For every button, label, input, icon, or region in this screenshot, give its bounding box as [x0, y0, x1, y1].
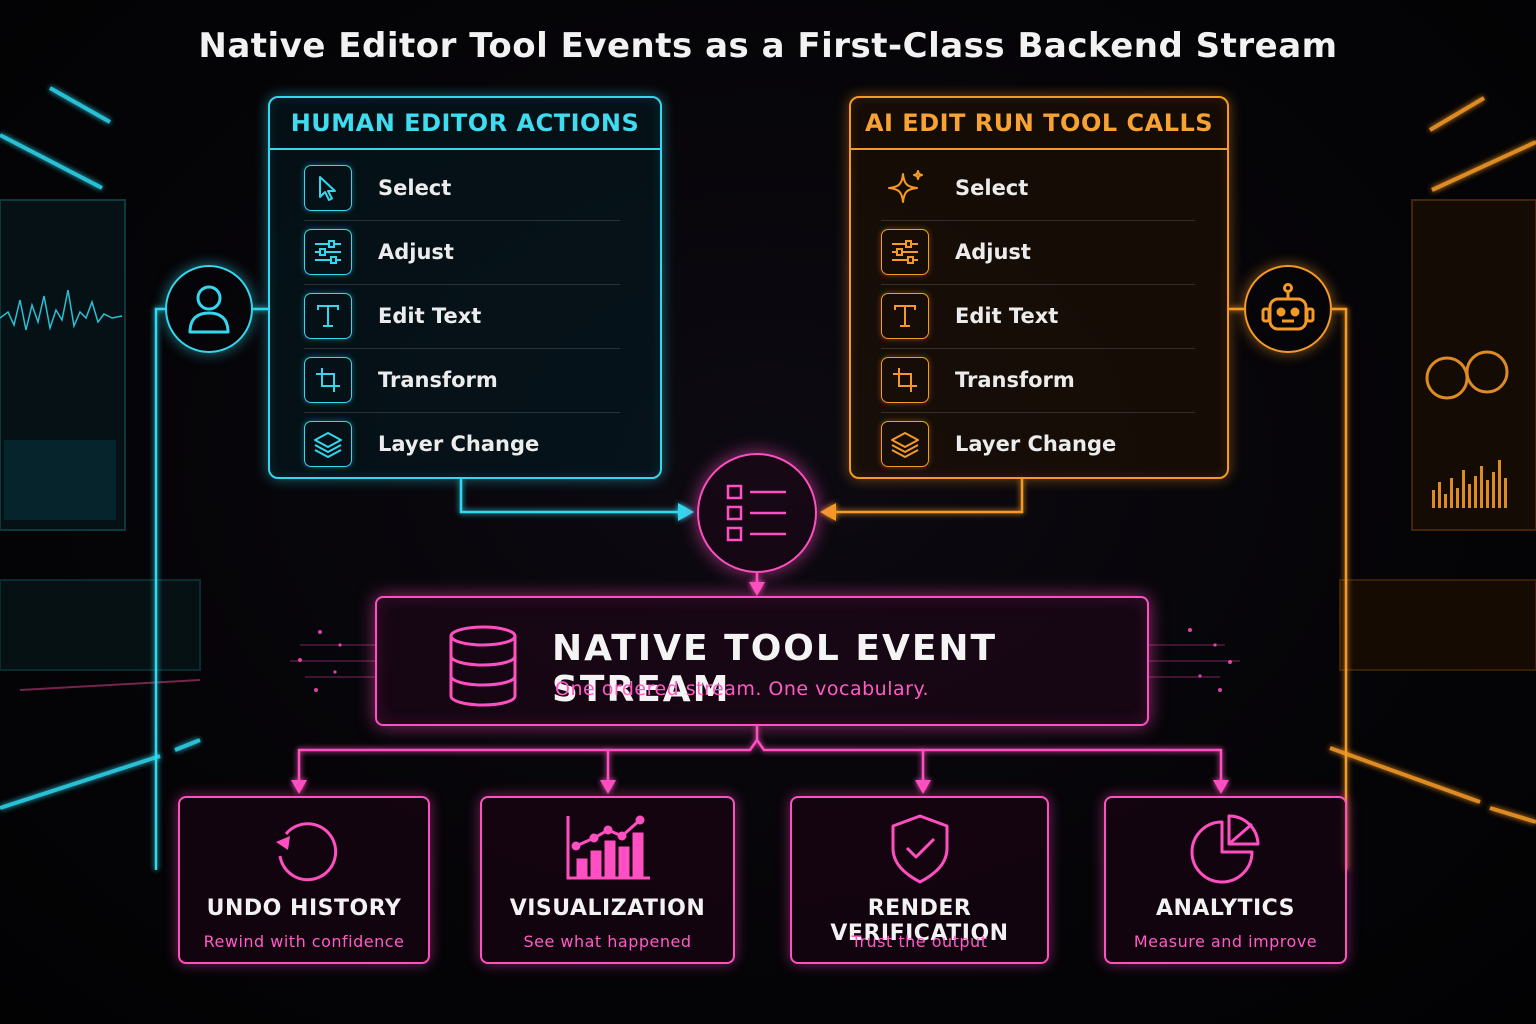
- human-item-label: Layer Change: [378, 432, 540, 456]
- crop-icon: [304, 357, 352, 403]
- output-sub: Trust the output: [851, 932, 988, 951]
- human-item-adjust[interactable]: Adjust: [304, 220, 620, 285]
- shield-check-icon: [891, 814, 948, 884]
- layers-icon: [881, 421, 929, 467]
- event-list-hub-icon: [697, 453, 817, 573]
- ai-item-select[interactable]: Select: [881, 156, 1195, 221]
- layers-icon: [304, 421, 352, 467]
- ai-item-adjust[interactable]: Adjust: [881, 220, 1195, 285]
- human-user-icon: [165, 265, 253, 353]
- human-item-transform[interactable]: Transform: [304, 348, 620, 413]
- ai-item-label: Transform: [955, 368, 1075, 392]
- robot-icon: [1244, 265, 1332, 353]
- stream-subtitle: One ordered stream. One vocabulary.: [555, 678, 930, 700]
- human-item-edit-text[interactable]: Edit Text: [304, 284, 620, 349]
- page-title: Native Editor Tool Events as a First-Cla…: [198, 26, 1338, 66]
- human-item-layer-change[interactable]: Layer Change: [304, 412, 620, 476]
- human-item-label: Adjust: [378, 240, 454, 264]
- native-tool-event-stream: NATIVE TOOL EVENT STREAM One ordered str…: [375, 596, 1149, 726]
- left-wall-decor: [0, 86, 201, 810]
- output-sub: Rewind with confidence: [203, 932, 405, 951]
- sparkle-icon: [881, 165, 929, 211]
- output-undo-history: UNDO HISTORY Rewind with confidence: [178, 796, 430, 964]
- undo-icon: [276, 822, 338, 882]
- output-name: ANALYTICS: [1155, 896, 1296, 921]
- sliders-icon: [881, 229, 929, 275]
- ai-item-transform[interactable]: Transform: [881, 348, 1195, 413]
- output-name: UNDO HISTORY: [206, 896, 402, 921]
- database-icon: [449, 625, 517, 707]
- human-editor-panel: HUMAN EDITOR ACTIONS Select Adjust Edit …: [268, 96, 662, 479]
- output-render-verification: RENDER VERIFICATION Trust the output: [790, 796, 1049, 964]
- ai-panel-title: AI EDIT RUN TOOL CALLS: [851, 98, 1227, 150]
- human-panel-title: HUMAN EDITOR ACTIONS: [270, 98, 660, 150]
- output-sub: See what happened: [523, 932, 692, 951]
- pie-chart-icon: [1190, 814, 1259, 884]
- output-analytics: ANALYTICS Measure and improve: [1104, 796, 1347, 964]
- ai-item-label: Adjust: [955, 240, 1031, 264]
- crop-icon: [881, 357, 929, 403]
- ai-item-label: Edit Text: [955, 304, 1059, 328]
- human-item-select[interactable]: Select: [304, 156, 620, 221]
- cursor-icon: [304, 165, 352, 211]
- sliders-icon: [304, 229, 352, 275]
- output-name: VISUALIZATION: [509, 896, 706, 921]
- text-icon: [304, 293, 352, 339]
- ai-item-label: Select: [955, 176, 1029, 200]
- ai-item-layer-change[interactable]: Layer Change: [881, 412, 1195, 476]
- right-wall-decor: [1329, 96, 1536, 824]
- human-item-label: Transform: [378, 368, 498, 392]
- output-visualization: VISUALIZATION See what happened: [480, 796, 735, 964]
- ai-item-edit-text[interactable]: Edit Text: [881, 284, 1195, 349]
- bar-chart-icon: [566, 815, 650, 880]
- text-icon: [881, 293, 929, 339]
- ai-item-label: Layer Change: [955, 432, 1117, 456]
- human-item-label: Edit Text: [378, 304, 482, 328]
- human-item-label: Select: [378, 176, 452, 200]
- ai-tool-calls-panel: AI EDIT RUN TOOL CALLS Select Adjust Edi…: [849, 96, 1229, 479]
- output-sub: Measure and improve: [1133, 932, 1318, 951]
